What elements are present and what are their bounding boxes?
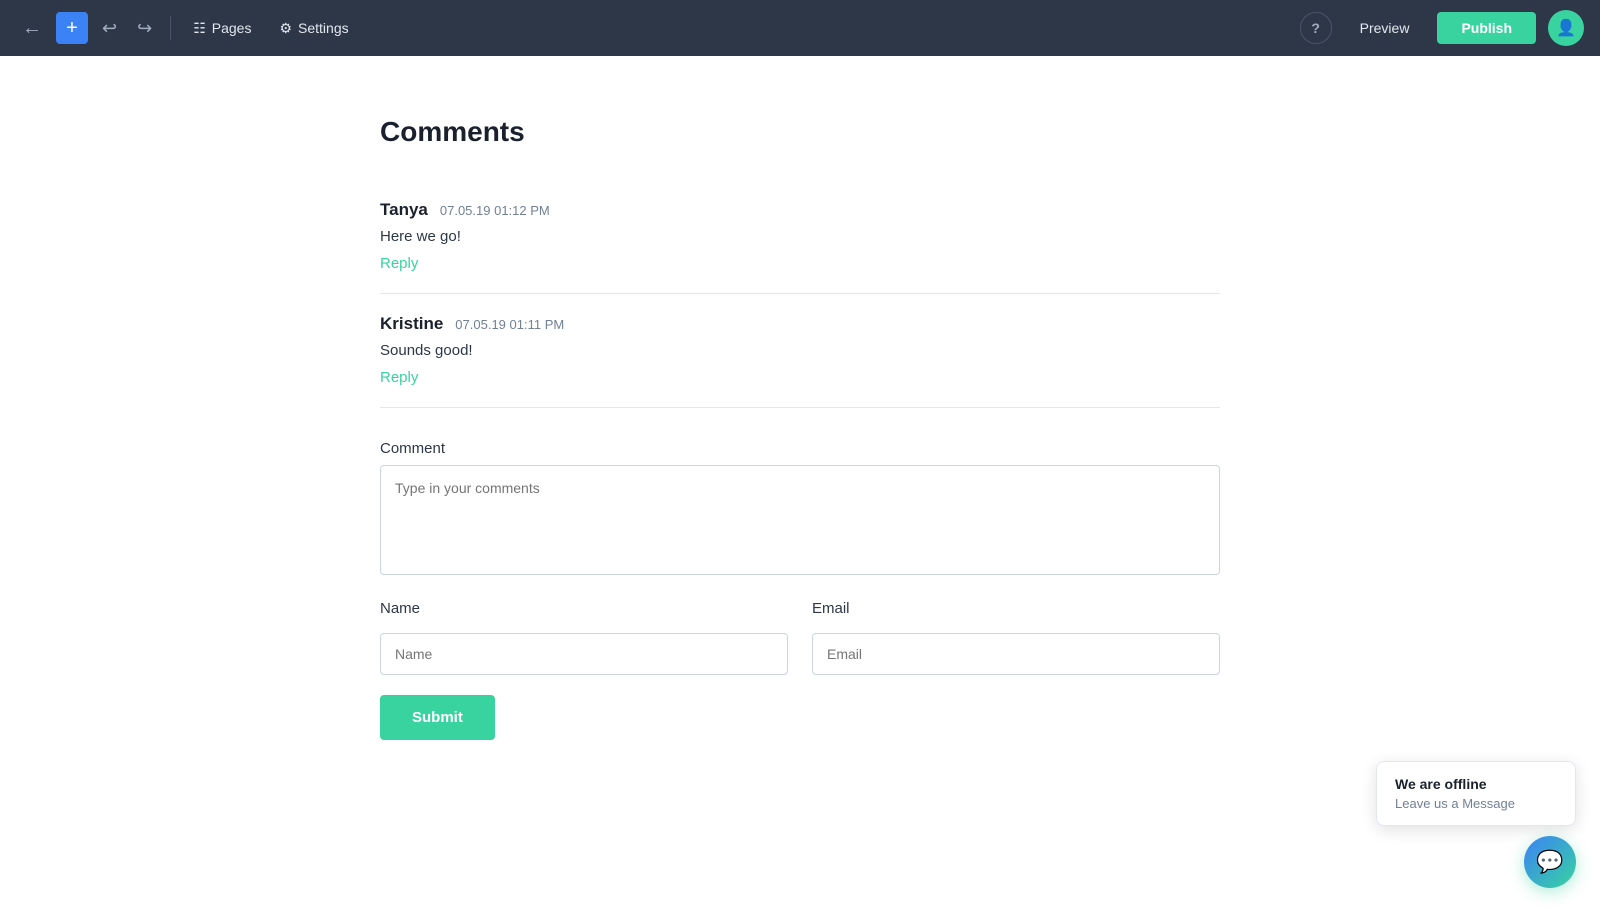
topbar: ← + ↩ ↪ ☷ Pages ⚙ Settings ? Preview Pub… <box>0 0 1600 56</box>
chat-status: We are offline <box>1395 776 1557 792</box>
comment-header-2: Kristine 07.05.19 01:11 PM <box>380 314 1220 334</box>
settings-icon: ⚙ <box>279 20 292 37</box>
comment-text-1: Here we go! <box>380 228 1220 245</box>
preview-button[interactable]: Preview <box>1344 12 1426 44</box>
pages-nav-item[interactable]: ☷ Pages <box>183 14 261 43</box>
chat-fab-button[interactable]: 💬 <box>1524 836 1576 888</box>
topbar-right: ? Preview Publish 👤 <box>1300 10 1584 46</box>
back-button[interactable]: ← <box>16 11 48 46</box>
name-label: Name <box>380 600 788 617</box>
comment-item-2: Kristine 07.05.19 01:11 PM Sounds good! … <box>380 294 1220 408</box>
publish-button[interactable]: Publish <box>1437 12 1536 44</box>
comment-textarea[interactable] <box>380 465 1220 575</box>
topbar-left: ← + ↩ ↪ ☷ Pages ⚙ Settings <box>16 11 1292 46</box>
chat-widget: We are offline Leave us a Message 💬 <box>1376 761 1576 888</box>
email-input[interactable] <box>812 633 1220 675</box>
pages-icon: ☷ <box>193 20 206 37</box>
pages-label: Pages <box>212 20 252 36</box>
email-label: Email <box>812 600 1220 617</box>
nav-divider <box>170 16 171 40</box>
reply-link-2[interactable]: Reply <box>380 369 418 386</box>
settings-nav-item[interactable]: ⚙ Settings <box>269 14 358 43</box>
avatar[interactable]: 👤 <box>1548 10 1584 46</box>
comment-author-1: Tanya <box>380 200 428 220</box>
redo-button[interactable]: ↪ <box>131 12 158 45</box>
email-group: Email <box>812 600 1220 675</box>
form-row: Name Email <box>380 600 1220 675</box>
comment-date-1: 07.05.19 01:12 PM <box>440 203 550 218</box>
comment-form: Comment Name Email Submit <box>380 440 1220 740</box>
comments-title: Comments <box>380 116 1220 148</box>
comment-text-2: Sounds good! <box>380 342 1220 359</box>
comment-header-1: Tanya 07.05.19 01:12 PM <box>380 200 1220 220</box>
undo-button[interactable]: ↩ <box>96 12 123 45</box>
comment-item-1: Tanya 07.05.19 01:12 PM Here we go! Repl… <box>380 180 1220 294</box>
name-group: Name <box>380 600 788 675</box>
comment-author-2: Kristine <box>380 314 443 334</box>
submit-button[interactable]: Submit <box>380 695 495 740</box>
help-button[interactable]: ? <box>1300 12 1332 44</box>
comment-label: Comment <box>380 440 1220 457</box>
chat-bubble: We are offline Leave us a Message <box>1376 761 1576 826</box>
name-input[interactable] <box>380 633 788 675</box>
reply-link-1[interactable]: Reply <box>380 255 418 272</box>
settings-label: Settings <box>298 20 349 36</box>
main-content: Comments Tanya 07.05.19 01:12 PM Here we… <box>240 56 1360 820</box>
chat-cta: Leave us a Message <box>1395 796 1557 811</box>
comment-date-2: 07.05.19 01:11 PM <box>455 317 564 332</box>
add-button[interactable]: + <box>56 12 88 44</box>
chat-icon: 💬 <box>1536 849 1563 875</box>
